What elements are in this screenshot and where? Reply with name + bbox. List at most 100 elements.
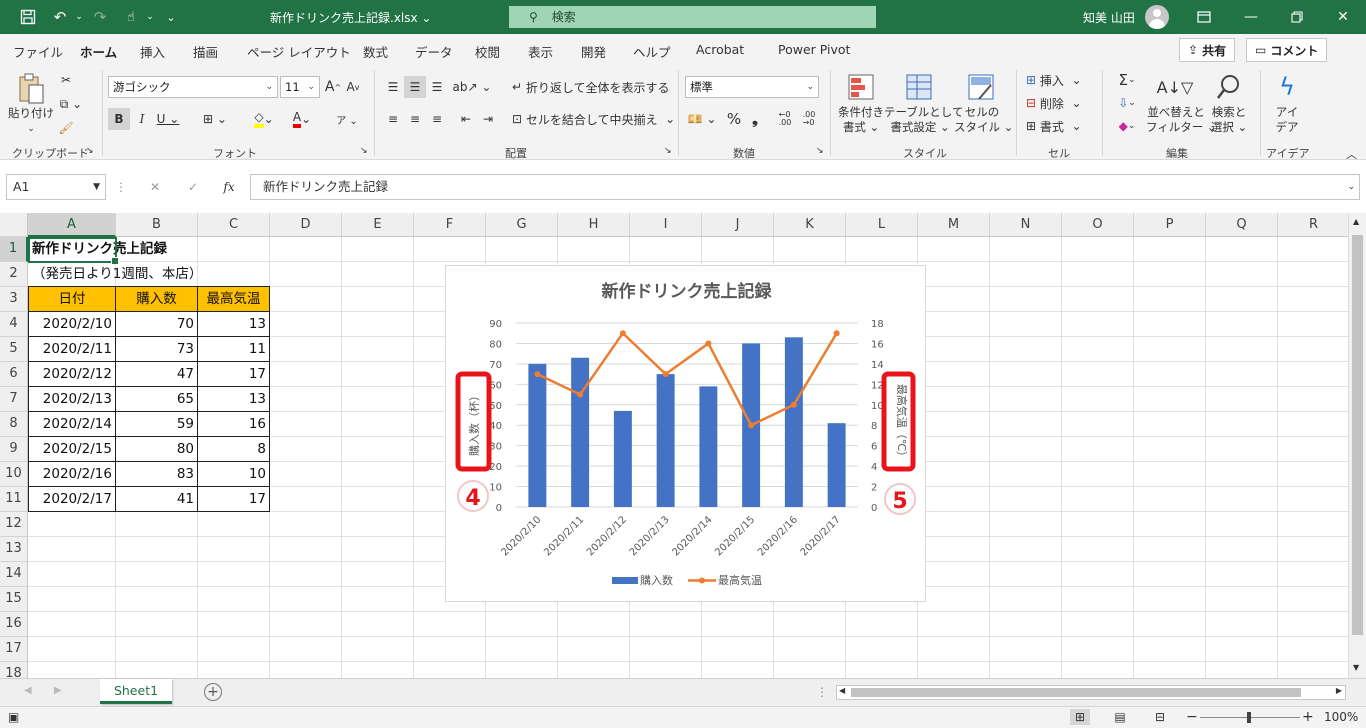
percent-icon[interactable]: %	[724, 108, 744, 130]
table-cell[interactable]: 2020/2/11	[28, 336, 116, 362]
zoom-in-icon[interactable]: +	[1302, 709, 1314, 725]
tab-developer[interactable]: 開発	[581, 42, 606, 61]
avatar[interactable]	[1145, 5, 1169, 29]
align-top-icon[interactable]: ☰	[383, 76, 403, 98]
table-cell[interactable]: 2020/2/16	[28, 461, 116, 487]
tab-acrobat[interactable]: Acrobat	[696, 42, 744, 57]
format-as-table-label[interactable]: テーブルとして 書式設定 ⌄	[884, 105, 963, 135]
font-launcher-icon[interactable]: ↘	[360, 146, 368, 156]
table-cell[interactable]: 2020/2/17	[28, 486, 116, 512]
column-header-o[interactable]: O	[1062, 213, 1134, 237]
row-header-17[interactable]: 17	[0, 637, 28, 662]
clear-icon[interactable]: ◆ ⌄	[1112, 116, 1142, 136]
close-button[interactable]: ✕	[1328, 6, 1358, 28]
conditional-format-label[interactable]: 条件付き 書式 ⌄	[834, 105, 888, 135]
font-color-icon[interactable]: A ⌄	[284, 108, 320, 130]
scroll-left-icon[interactable]: ◀	[839, 686, 845, 695]
fill-icon[interactable]: ⇩ ⌄	[1112, 93, 1142, 113]
table-cell[interactable]: 41	[115, 486, 198, 512]
select-all-corner[interactable]	[0, 213, 28, 237]
save-icon[interactable]	[14, 6, 42, 28]
search-box[interactable]: ⚲ 検索	[509, 6, 876, 28]
tab-data[interactable]: データ	[415, 42, 453, 61]
row-header-16[interactable]: 16	[0, 612, 28, 637]
vertical-scrollbar[interactable]: ▲ ▼	[1348, 213, 1366, 678]
paste-dropdown-icon[interactable]: ⌄	[8, 122, 54, 137]
table-cell[interactable]: 10	[197, 461, 270, 487]
table-cell[interactable]: 73	[115, 336, 198, 362]
fill-color-icon[interactable]: ◇ ⌄	[246, 108, 282, 130]
row-header-13[interactable]: 13	[0, 537, 28, 562]
page-break-view-icon[interactable]: ⊟	[1150, 709, 1170, 725]
row-header-4[interactable]: 4	[0, 312, 28, 337]
paste-label[interactable]: 貼り付け	[8, 106, 54, 121]
row-header-11[interactable]: 11	[0, 487, 28, 512]
number-launcher-icon[interactable]: ↘	[816, 146, 824, 156]
conditional-format-icon[interactable]	[846, 72, 876, 102]
tab-help[interactable]: ヘルプ	[633, 42, 671, 61]
tab-review[interactable]: 校閲	[475, 42, 500, 61]
cut-icon[interactable]: ✂	[56, 70, 76, 90]
autosum-icon[interactable]: Σ ⌄	[1112, 70, 1142, 90]
decrease-font-icon[interactable]: Av	[344, 76, 362, 98]
format-as-table-icon[interactable]	[904, 72, 934, 102]
underline-button[interactable]: U ⌄	[153, 108, 183, 130]
zoom-out-icon[interactable]: −	[1186, 709, 1198, 725]
wrap-text-button[interactable]: ↵ 折り返して全体を表示する	[512, 76, 670, 98]
orientation-icon[interactable]: ab↗ ⌄	[453, 76, 492, 98]
name-box[interactable]: A1 ▼	[6, 174, 106, 200]
merge-center-button[interactable]: ⊡ セルを結合して中央揃え ⌄	[512, 108, 675, 130]
add-sheet-icon[interactable]: +	[204, 683, 222, 701]
header-purchases[interactable]: 購入数	[115, 286, 198, 312]
align-middle-icon[interactable]: ☰	[404, 76, 426, 98]
column-header-f[interactable]: F	[414, 213, 486, 237]
user-name[interactable]: 知美 山田	[1083, 9, 1135, 26]
row-header-2[interactable]: 2	[0, 262, 28, 287]
insert-cells-button[interactable]: ⊞ 挿入 ⌄	[1026, 70, 1082, 90]
phonetic-icon[interactable]: ア ⌄	[330, 108, 364, 130]
table-cell[interactable]: 11	[197, 336, 270, 362]
column-header-k[interactable]: K	[774, 213, 846, 237]
tab-view[interactable]: 表示	[528, 42, 553, 61]
comma-style-icon[interactable]: ❟	[746, 108, 764, 130]
accounting-format-icon[interactable]: 💴 ⌄	[685, 108, 719, 130]
customize-qat-icon[interactable]: ⌄	[162, 6, 180, 28]
align-center-icon[interactable]: ≡	[404, 108, 426, 130]
horizontal-scrollbar[interactable]: ◀ ▶	[836, 685, 1346, 700]
row-header-15[interactable]: 15	[0, 587, 28, 612]
bold-button[interactable]: B	[108, 108, 130, 130]
number-format-select[interactable]: 標準 ⌄	[685, 76, 819, 98]
table-cell[interactable]: 13	[197, 311, 270, 337]
sheet-tab-sheet1[interactable]: Sheet1	[100, 679, 172, 704]
row-header-8[interactable]: 8	[0, 412, 28, 437]
row-header-5[interactable]: 5	[0, 337, 28, 362]
cell-a2[interactable]: （発売日より1週間、本店）	[29, 262, 205, 287]
tab-insert[interactable]: 挿入	[140, 42, 165, 61]
expand-formula-bar-icon[interactable]: ⌄	[1347, 175, 1355, 199]
vertical-scroll-thumb[interactable]	[1352, 235, 1363, 635]
column-header-g[interactable]: G	[486, 213, 558, 237]
tab-power-pivot[interactable]: Power Pivot	[778, 42, 850, 57]
format-cells-button[interactable]: ⊞ 書式 ⌄	[1026, 116, 1082, 136]
next-sheet-icon[interactable]: ▶	[54, 685, 62, 696]
column-header-b[interactable]: B	[116, 213, 198, 237]
tab-home[interactable]: ホーム	[80, 42, 118, 67]
table-cell[interactable]: 83	[115, 461, 198, 487]
insert-function-icon[interactable]: fx	[220, 178, 238, 196]
table-cell[interactable]: 80	[115, 436, 198, 462]
tab-page-layout[interactable]: ページ レイアウト	[247, 42, 351, 61]
decrease-indent-icon[interactable]: ⇤	[456, 108, 476, 130]
font-size-select[interactable]: 11 ⌄	[280, 76, 320, 98]
row-header-10[interactable]: 10	[0, 462, 28, 487]
row-header-7[interactable]: 7	[0, 387, 28, 412]
tab-draw[interactable]: 描画	[193, 42, 218, 61]
find-select-label[interactable]: 検索と 選択 ⌄	[1204, 105, 1254, 135]
tab-split-grip-icon[interactable]: ⋮	[816, 685, 828, 699]
row-header-9[interactable]: 9	[0, 437, 28, 462]
normal-view-icon[interactable]: ⊞	[1070, 709, 1090, 725]
scroll-down-icon[interactable]: ▼	[1353, 663, 1359, 672]
comment-button[interactable]: ▭ コメント	[1246, 38, 1328, 62]
ideas-icon[interactable]: ϟ	[1272, 72, 1302, 102]
align-bottom-icon[interactable]: ☰	[427, 76, 447, 98]
borders-icon[interactable]: ⊞ ⌄	[198, 108, 232, 130]
